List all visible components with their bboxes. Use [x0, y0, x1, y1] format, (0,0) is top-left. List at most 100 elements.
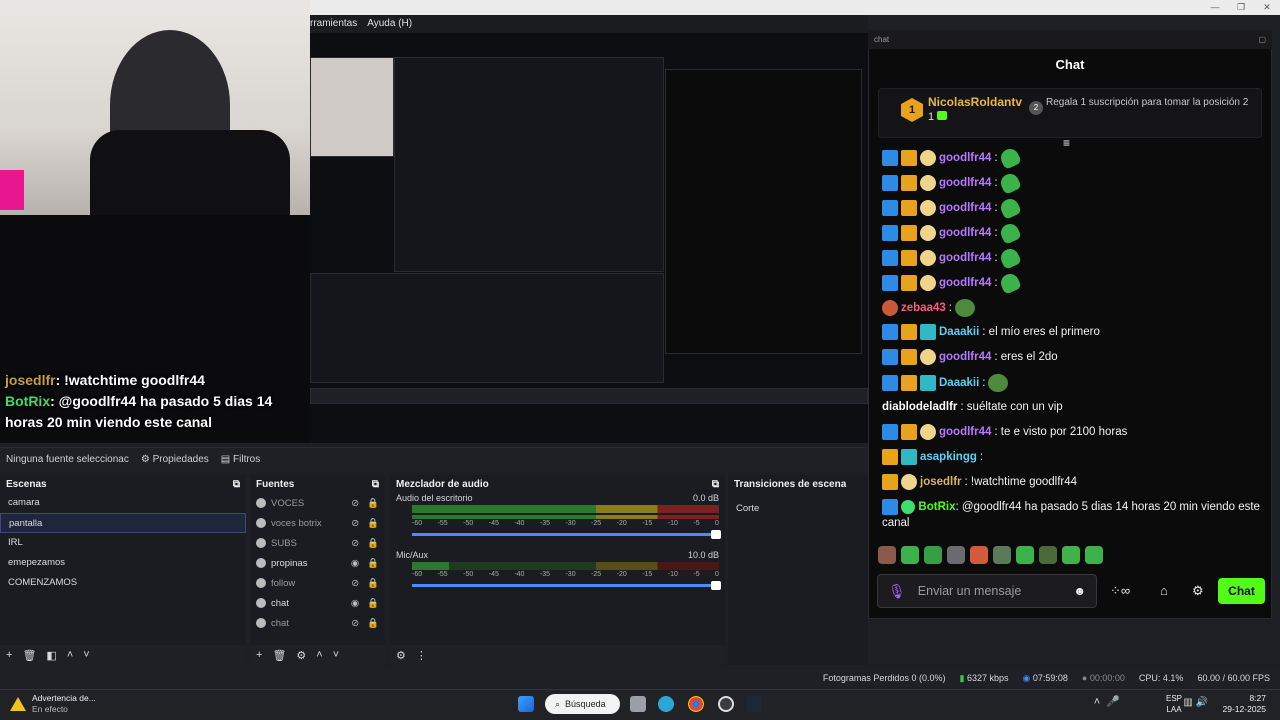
emote-icon[interactable] [1016, 546, 1034, 564]
chat-user[interactable]: Daaakii [939, 375, 979, 391]
scene-item-selected[interactable]: pantalla [0, 513, 246, 533]
chat-input[interactable]: 🎙 Enviar un mensaje ☻ [877, 574, 1097, 608]
properties-button[interactable]: ⚙ Propiedades [141, 454, 209, 465]
chat-user[interactable]: goodlfr44 [939, 349, 991, 365]
emote-icon[interactable] [1062, 546, 1080, 564]
send-chat-button[interactable]: Chat [1218, 578, 1265, 604]
edge-icon[interactable] [658, 696, 674, 712]
scene-item[interactable]: COMENZAMOS [0, 573, 246, 593]
menu-tools[interactable]: rramientas [310, 15, 357, 33]
trash-icon[interactable]: 🗑 [272, 649, 286, 662]
nested-chat [665, 69, 862, 354]
emote-icon[interactable] [1085, 546, 1103, 564]
lock-icon[interactable]: 🔒 [367, 598, 379, 609]
file-explorer-icon[interactable] [630, 696, 646, 712]
collapse-icon[interactable]: ≡ [1063, 136, 1070, 150]
close-button[interactable]: ✕ [1254, 0, 1280, 15]
chat-user[interactable]: BotRix [918, 501, 955, 513]
up-icon[interactable]: ˄ [316, 649, 322, 661]
language-indicator[interactable]: ESP LAA [1166, 693, 1182, 715]
warning-notification[interactable]: Advertencia de... En efecto [10, 693, 96, 715]
dock-float-icon[interactable]: ⧉ [712, 479, 719, 490]
maximize-button[interactable]: ❐ [1228, 0, 1254, 15]
minimize-button[interactable]: — [1202, 0, 1228, 15]
eye-off-icon[interactable]: ⊘ [351, 498, 359, 509]
taskbar-search[interactable]: ⌕ Búsqueda [545, 694, 620, 714]
chat-user[interactable]: zebaa43 [901, 300, 946, 316]
up-icon[interactable]: ˄ [67, 649, 73, 661]
store-icon[interactable]: ⌂ [1160, 583, 1168, 598]
add-icon[interactable]: + [256, 649, 262, 661]
lock-icon[interactable]: 🔒 [367, 518, 379, 529]
scene-item[interactable]: emepezamos [0, 553, 246, 573]
eye-off-icon[interactable]: ⊘ [351, 518, 359, 529]
source-item[interactable]: chat ⊘ 🔒 [250, 613, 385, 633]
source-item[interactable]: VOCES ⊘ 🔒 [250, 493, 385, 513]
filter-icon[interactable]: ◧ [46, 649, 56, 662]
source-item[interactable]: SUBS ⊘ 🔒 [250, 533, 385, 553]
lock-icon[interactable]: 🔒 [367, 498, 379, 509]
emote-icon[interactable] [970, 546, 988, 564]
source-item[interactable]: voces botrix ⊘ 🔒 [250, 513, 385, 533]
chat-user[interactable]: asapkingg [920, 449, 977, 465]
source-item[interactable]: propinas ◉ 🔒 [250, 553, 385, 573]
emote-icon[interactable] [878, 546, 896, 564]
more-icon[interactable]: ⋮ [416, 649, 427, 662]
windows-start-icon[interactable] [518, 696, 534, 712]
down-icon[interactable]: ˅ [83, 649, 89, 661]
lock-icon[interactable]: 🔒 [367, 618, 379, 629]
chat-message: goodlfr44: [882, 221, 1262, 245]
network-sound-icons[interactable]: ▥ 🔊 [1183, 697, 1208, 708]
chat-user[interactable]: goodlfr44 [939, 150, 991, 166]
chat-user[interactable]: goodlfr44 [939, 275, 991, 291]
volume-slider[interactable] [412, 581, 721, 590]
dock-float-icon[interactable]: ⧉ [372, 479, 379, 490]
emote-icon[interactable] [1039, 546, 1057, 564]
dock-float-icon[interactable]: ⧉ [233, 479, 240, 490]
eye-icon[interactable]: ◉ [351, 558, 359, 569]
obs-icon[interactable] [718, 696, 734, 712]
emote-icon[interactable] [924, 546, 942, 564]
chat-user[interactable]: goodlfr44 [939, 424, 991, 440]
lock-icon[interactable]: 🔒 [367, 538, 379, 549]
filters-button[interactable]: ▤ Filtros [221, 454, 260, 465]
chat-user[interactable]: goodlfr44 [939, 200, 991, 216]
tray-icons[interactable]: ˄ 🎤 [1094, 695, 1120, 708]
scene-item[interactable]: IRL [0, 533, 246, 553]
steam-icon[interactable] [746, 696, 762, 712]
down-icon[interactable]: ˅ [333, 649, 339, 661]
emoji-icon[interactable]: ☻ [1073, 584, 1086, 598]
chat-user[interactable]: Daaakii [939, 324, 979, 340]
emote-icon[interactable] [993, 546, 1011, 564]
emote-icon[interactable] [947, 546, 965, 564]
trash-icon[interactable]: 🗑 [22, 649, 36, 662]
mixer-settings-icon[interactable]: ⚙ [396, 649, 406, 662]
eye-off-icon[interactable]: ⊘ [351, 578, 359, 589]
scene-item[interactable]: camara [0, 493, 246, 513]
emote-icon[interactable] [901, 546, 919, 564]
chrome-icon[interactable] [688, 696, 704, 712]
lock-icon[interactable]: 🔒 [367, 578, 379, 589]
top-gifter[interactable]: NicolasRoldantv [928, 95, 1022, 109]
gear-icon[interactable]: ⚙ [296, 649, 306, 662]
infinity-icon[interactable]: ⁘∞ [1110, 583, 1130, 599]
eye-off-icon[interactable]: ⊘ [351, 538, 359, 549]
lock-icon[interactable]: 🔒 [367, 558, 379, 569]
eye-icon[interactable]: ◉ [351, 598, 359, 609]
chat-user[interactable]: goodlfr44 [939, 225, 991, 241]
gear-icon[interactable]: ⚙ [1192, 583, 1204, 599]
transition-select[interactable]: Corte [734, 499, 868, 519]
chat-user[interactable]: goodlfr44 [939, 250, 991, 266]
chat-user[interactable]: goodlfr44 [939, 175, 991, 191]
source-item[interactable]: follow ⊘ 🔒 [250, 573, 385, 593]
chat-user[interactable]: diablodeladlfr [882, 399, 957, 415]
chat-user[interactable]: josedlfr [920, 474, 962, 490]
volume-slider[interactable] [412, 530, 721, 539]
source-item[interactable]: chat ◉ 🔒 [250, 593, 385, 613]
clock[interactable]: 8:27 29-12-2025 [1223, 693, 1266, 715]
eye-off-icon[interactable]: ⊘ [351, 618, 359, 629]
menu-help[interactable]: Ayuda (H) [367, 15, 412, 33]
chat-menu-icon[interactable]: ▢ [1258, 35, 1266, 44]
add-icon[interactable]: + [6, 649, 12, 661]
mic-icon[interactable]: 🎙 [888, 583, 906, 600]
